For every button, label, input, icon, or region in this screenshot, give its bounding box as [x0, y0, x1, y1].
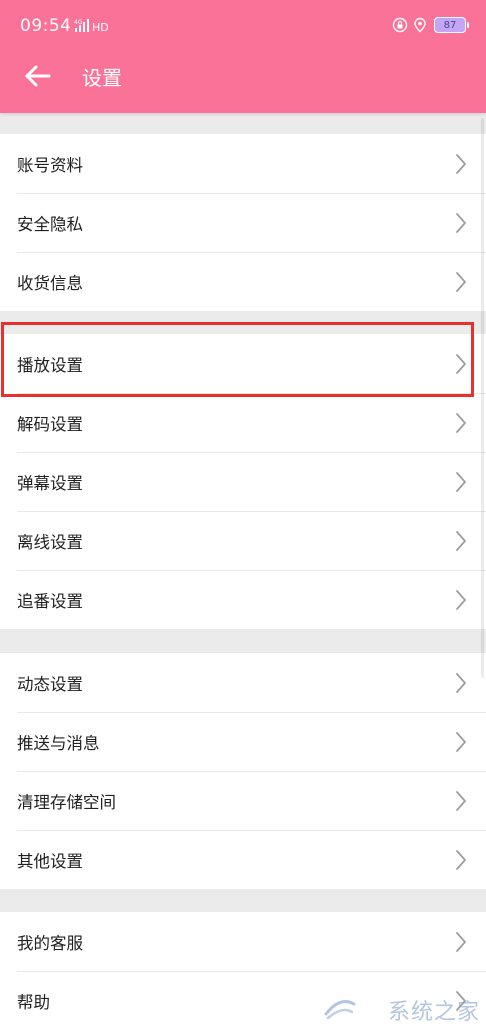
- back-button[interactable]: [20, 58, 56, 94]
- chevron-right-icon: [454, 790, 468, 812]
- settings-item-label: 播放设置: [17, 352, 83, 376]
- settings-item-label: 清理存储空间: [17, 789, 116, 813]
- chevron-right-icon: [454, 849, 468, 871]
- scrollbar[interactable]: [481, 118, 484, 678]
- signal-label: 4G: [74, 19, 83, 26]
- battery-indicator: 87: [434, 17, 466, 33]
- settings-item-account-info[interactable]: 账号资料: [0, 134, 486, 193]
- location-icon: [412, 17, 428, 33]
- chevron-right-icon: [454, 530, 468, 552]
- settings-item-bangumi[interactable]: 追番设置: [0, 570, 486, 629]
- settings-item-label: 账号资料: [17, 152, 83, 176]
- settings-item-danmaku[interactable]: 弹幕设置: [0, 452, 486, 511]
- arrow-left-icon: [25, 65, 51, 87]
- settings-item-label: 动态设置: [17, 671, 83, 695]
- chevron-right-icon: [454, 672, 468, 694]
- chevron-right-icon: [454, 412, 468, 434]
- settings-item-label: 弹幕设置: [17, 470, 83, 494]
- settings-item-dynamic[interactable]: 动态设置: [0, 653, 486, 712]
- settings-group-playback: 播放设置 解码设置 弹幕设置 离线设置 追番设置: [0, 334, 486, 629]
- settings-item-label: 其他设置: [17, 848, 83, 872]
- chevron-right-icon: [454, 931, 468, 953]
- status-right: 87: [392, 16, 466, 34]
- settings-item-label: 安全隐私: [17, 211, 83, 235]
- settings-item-label: 推送与消息: [17, 730, 100, 754]
- status-bar: 09:54 4G HD 87: [0, 0, 486, 52]
- signal-icon: 4G HD: [74, 17, 108, 33]
- battery-level: 87: [444, 20, 457, 31]
- settings-item-decoding[interactable]: 解码设置: [0, 393, 486, 452]
- settings-item-clear-storage[interactable]: 清理存储空间: [0, 771, 486, 830]
- chevron-right-icon: [454, 731, 468, 753]
- lock-rotation-icon: [392, 17, 408, 33]
- chevron-right-icon: [454, 153, 468, 175]
- settings-item-offline[interactable]: 离线设置: [0, 511, 486, 570]
- chevron-right-icon: [454, 471, 468, 493]
- page-title: 设置: [82, 62, 122, 91]
- chevron-right-icon: [454, 353, 468, 375]
- chevron-right-icon: [454, 589, 468, 611]
- hd-label: HD: [92, 21, 108, 33]
- settings-item-label: 追番设置: [17, 588, 83, 612]
- chevron-right-icon: [454, 271, 468, 293]
- settings-item-push-messages[interactable]: 推送与消息: [0, 712, 486, 771]
- settings-item-playback[interactable]: 播放设置: [0, 334, 486, 393]
- settings-group-account: 账号资料 安全隐私 收货信息: [0, 134, 486, 311]
- settings-group-general: 动态设置 推送与消息 清理存储空间 其他设置: [0, 653, 486, 889]
- settings-item-other[interactable]: 其他设置: [0, 830, 486, 889]
- settings-item-label: 收货信息: [17, 270, 83, 294]
- settings-item-security-privacy[interactable]: 安全隐私: [0, 193, 486, 252]
- chevron-right-icon: [454, 212, 468, 234]
- settings-item-shipping-info[interactable]: 收货信息: [0, 252, 486, 311]
- watermark-text: 系统之家: [388, 994, 480, 1026]
- settings-item-label: 解码设置: [17, 411, 83, 435]
- status-time: 09:54: [20, 16, 72, 36]
- app-header: 09:54 4G HD 87 设: [0, 0, 486, 113]
- watermark-logo-icon: [322, 994, 358, 1022]
- settings-item-label: 离线设置: [17, 529, 83, 553]
- settings-item-label: 帮助: [17, 989, 50, 1013]
- settings-item-label: 我的客服: [17, 930, 83, 954]
- settings-item-customer-service[interactable]: 我的客服: [0, 912, 486, 971]
